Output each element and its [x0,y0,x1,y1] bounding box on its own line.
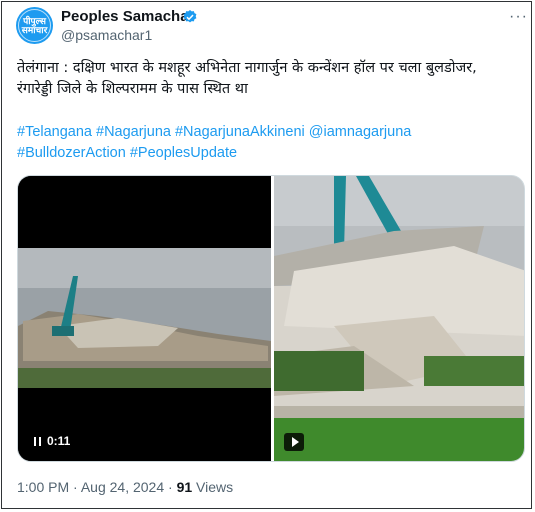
video-time: 0:11 [47,434,71,448]
video-duration-badge: 0:11 [28,431,77,451]
hashtags: #Telangana #Nagarjuna #NagarjunaAkkineni @i… [17,122,527,164]
more-options-icon[interactable]: ··· [509,8,528,26]
video-right[interactable] [274,176,524,461]
demolition-video-thumbnail [18,176,271,461]
tweet-text: तेलंगाना : दक्षिण भारत के मशहूर अभिनेता … [17,58,527,100]
verified-badge-icon [183,10,197,23]
tweet-text-line: तेलंगाना : दक्षिण भारत के मशहूर अभिनेता … [17,60,477,76]
views-count: 91 [176,479,193,495]
tweet-time[interactable]: 1:00 PM [17,479,69,495]
tweet-card: पीपुल्स समाचार Peoples Samachar @psamach… [1,1,532,509]
mention-link[interactable]: @iamnagarjuna [309,124,412,140]
tweet-text-line: रंगारेड्डी जिले के शिल्परामम के पास स्थि… [17,81,248,97]
meta-separator: · [73,479,78,495]
hashtag-link[interactable]: #BulldozerAction [17,145,126,161]
tweet-date[interactable]: Aug 24, 2024 [81,479,164,495]
hashtag-link[interactable]: #NagarjunaAkkineni [175,124,305,140]
display-name[interactable]: Peoples Samachar [61,8,194,25]
meta-separator: · [168,479,173,495]
pause-icon[interactable] [34,436,41,446]
user-handle[interactable]: @psamachar1 [61,27,152,43]
video-left[interactable]: 0:11 [18,176,271,461]
play-icon[interactable] [284,433,304,451]
avatar[interactable]: पीपुल्स समाचार [16,7,53,44]
tweet-meta: 1:00 PM · Aug 24, 2024 · 91 Views [17,479,233,495]
demolition-video-thumbnail [274,176,524,461]
media-grid: 0:11 [17,175,525,462]
hashtag-link[interactable]: #Telangana [17,124,92,140]
hashtag-link[interactable]: #PeoplesUpdate [130,145,237,161]
views-label: Views [196,479,234,495]
hashtag-link[interactable]: #Nagarjuna [96,124,171,140]
